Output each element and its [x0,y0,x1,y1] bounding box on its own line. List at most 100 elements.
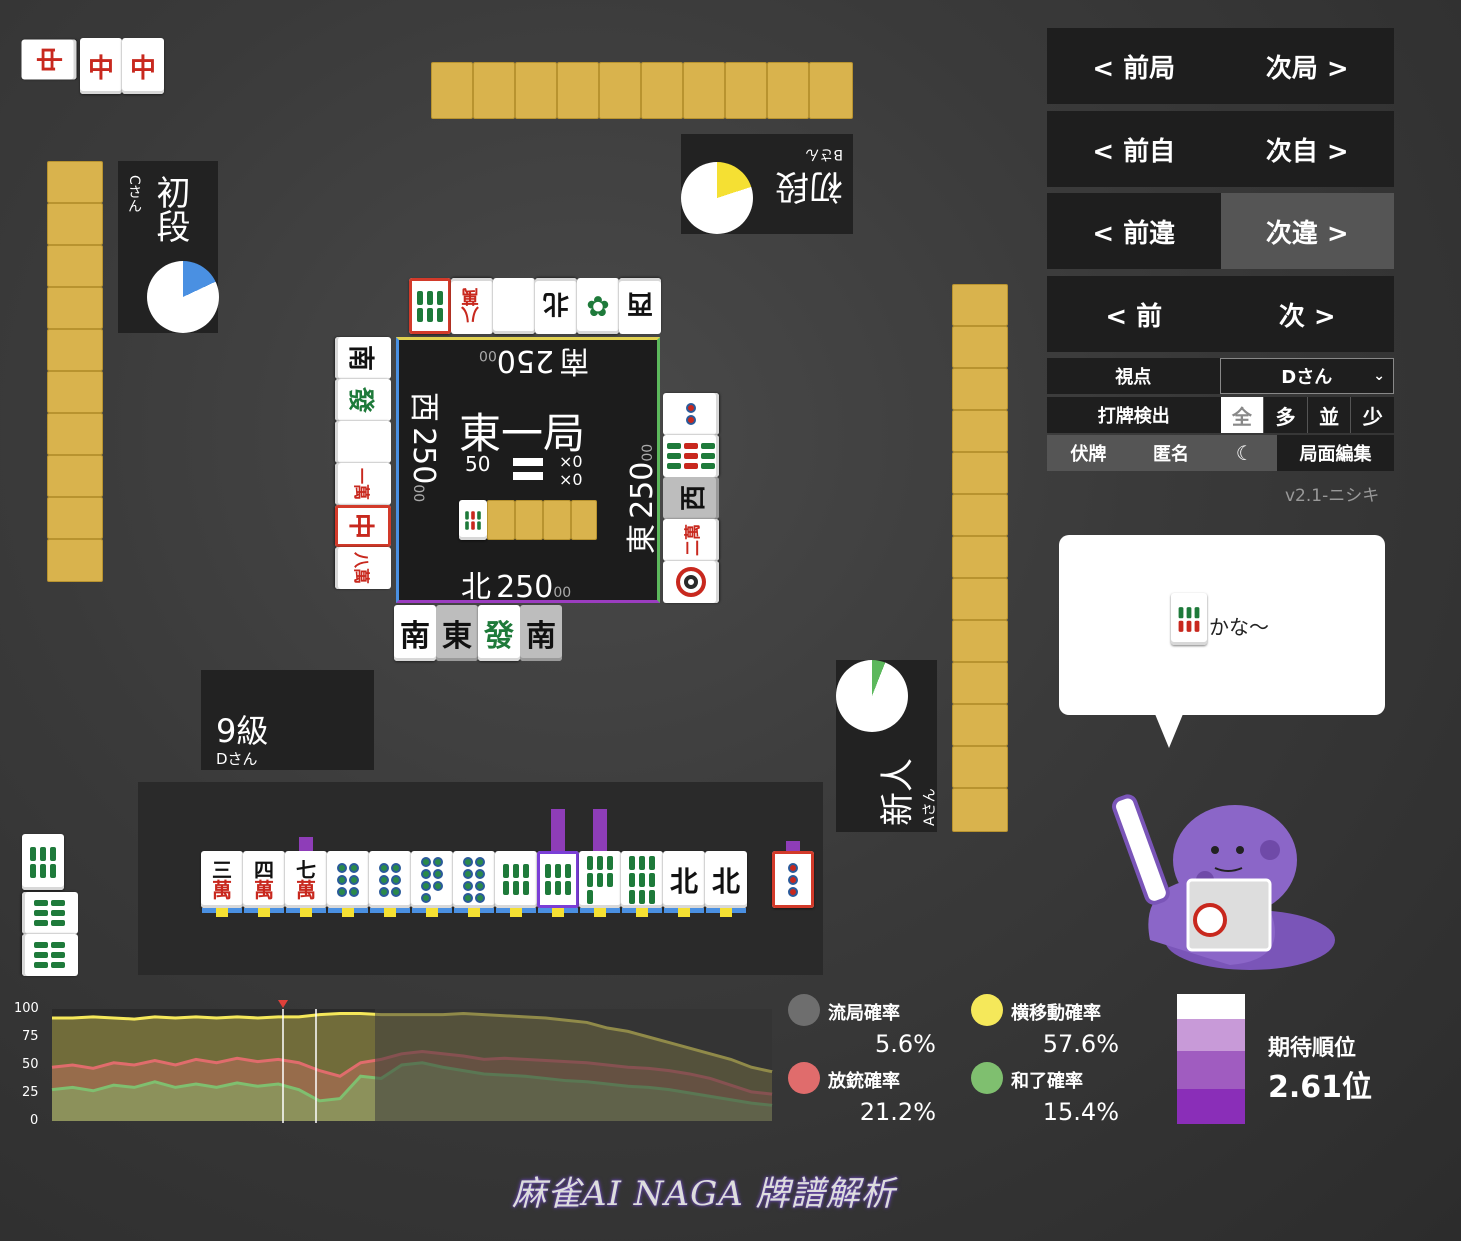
viewpoint-label: 視点 [1115,367,1152,388]
houju-dot [788,1062,820,1094]
prev-round-button[interactable]: < 前局 [1047,28,1221,104]
prev-self-button[interactable]: < 前自 [1047,111,1221,187]
honba-count: 50 [465,452,491,476]
hand-tile[interactable] [411,851,453,908]
hand-tile[interactable]: 北 [705,851,747,908]
viewpoint-row: 視点 Dさん ⌄ [1047,358,1394,394]
hand-tile[interactable]: 七萬 [285,851,327,908]
discard-tile[interactable]: 八萬 [335,547,391,589]
player-rank: 9級 [216,712,269,750]
discard-tile[interactable] [663,561,719,603]
anonymous-toggle[interactable]: 匿名 [1153,440,1189,466]
hand-tile[interactable] [621,851,663,908]
discard-tile[interactable] [493,278,535,334]
discard-tile[interactable]: 二萬 [663,519,719,561]
dora-tile [459,500,487,540]
discard-tile[interactable] [335,421,391,463]
agari-dot [971,1062,1003,1094]
edit-button[interactable]: 局面編集 [1277,435,1394,471]
hand-tile[interactable] [495,851,537,908]
discard-tile[interactable]: 發 [478,605,520,661]
chevron-down-icon: ⌄ [1373,368,1385,384]
agari-value: 15.4% [1042,1098,1119,1126]
detect-label: 打牌検出 [1097,406,1170,427]
discard-tile[interactable]: 南 [520,605,562,661]
meld-tile [22,934,78,976]
player-rank: 初段 [775,166,843,206]
discard-tile[interactable]: 中 [335,505,391,547]
meld-tile-chun: 中 [80,38,122,94]
ai-marker [510,908,522,917]
discard-tile[interactable]: 北 [535,278,577,334]
seat-wind-north: 北 [461,570,491,605]
hand-tile[interactable] [453,851,495,908]
bubble-text: かな〜 [1209,615,1269,639]
hand-tile[interactable]: 北 [663,851,705,908]
ai-marker [216,908,228,917]
seat-wind-west: 西 [406,392,441,422]
option-row: 伏牌 匿名 ☾ 局面編集 [1047,435,1394,471]
prev-button[interactable]: < 前 [1047,276,1221,352]
hand-tile[interactable] [327,851,369,908]
hand-tile[interactable] [579,851,621,908]
player-name: Aさん [922,788,938,826]
self-nav: < 前自 次自 > [1047,111,1394,187]
step-nav: < 前 次 > [1047,276,1394,352]
hand-tile[interactable] [537,851,579,908]
discard-tile[interactable]: 西 [663,477,719,519]
rank-bar [1177,994,1245,1124]
player-name: Cさん [126,175,142,213]
yokoido-dot [971,994,1003,1026]
win-pie-icon [681,162,753,234]
detect-option-all[interactable]: 全 [1220,397,1264,433]
discard-tile[interactable]: 南 [335,337,391,379]
player-name: Dさん [216,750,258,768]
houju-value: 21.2% [859,1098,936,1126]
discard-tile[interactable]: 東 [436,605,478,661]
next-round-button[interactable]: 次局 > [1221,28,1395,104]
future-shade [375,1009,772,1121]
ai-marker [468,908,480,917]
current-turn-icon[interactable] [278,1000,288,1008]
detect-option-many[interactable]: 多 [1263,397,1307,433]
seat-wind-south: 南 [559,343,590,378]
ryukyoku-label: 流局確率 [828,1003,900,1024]
discard-tile[interactable]: 發 [335,379,391,421]
player-box-right: 新人 Aさん [836,660,938,832]
ai-marker [678,908,690,917]
drawn-tile[interactable] [772,851,814,908]
discard-tile[interactable]: 一萬 [335,463,391,505]
detect-option-normal[interactable]: 並 [1306,397,1351,433]
stick-icons [513,458,543,480]
discard-tile[interactable]: 南 [394,605,436,661]
score-west: 250 [406,427,441,485]
version-label: v2.1-ニシキ [1285,486,1380,506]
meld-tile [22,892,78,934]
moon-icon[interactable]: ☾ [1236,441,1254,465]
fukuhai-toggle[interactable]: 伏牌 [1070,440,1106,466]
next-diff-button[interactable]: 次違 > [1220,193,1394,269]
discard-tile[interactable] [663,435,719,477]
hand-tile[interactable]: 四萬 [243,851,285,908]
viewpoint-select[interactable]: Dさん ⌄ [1219,358,1394,394]
player-rank: 初段 [150,175,190,243]
score-south: 250 [496,343,555,378]
yokoido-value: 57.6% [1042,1030,1119,1058]
discard-tile[interactable] [409,278,451,334]
next-self-button[interactable]: 次自 > [1221,111,1395,187]
probability-chart: 100 75 50 25 0 [0,995,780,1130]
win-pie-icon [147,261,219,333]
discard-tile[interactable]: 八萬 [451,278,493,334]
next-button[interactable]: 次 > [1221,276,1395,352]
detect-option-few[interactable]: 少 [1350,397,1394,433]
discard-tile[interactable] [663,393,719,435]
round-nav: < 前局 次局 > [1047,28,1394,104]
prev-diff-button[interactable]: < 前違 [1047,193,1221,269]
sticks-count-1: ×0 [559,452,583,471]
discard-tile[interactable]: 西 [619,278,661,334]
discard-tile[interactable]: ✿ [577,278,619,334]
speech-bubble: かな〜 [1059,535,1385,715]
hand-tile[interactable]: 三萬 [201,851,243,908]
ai-marker [720,908,732,917]
hand-tile[interactable] [369,851,411,908]
